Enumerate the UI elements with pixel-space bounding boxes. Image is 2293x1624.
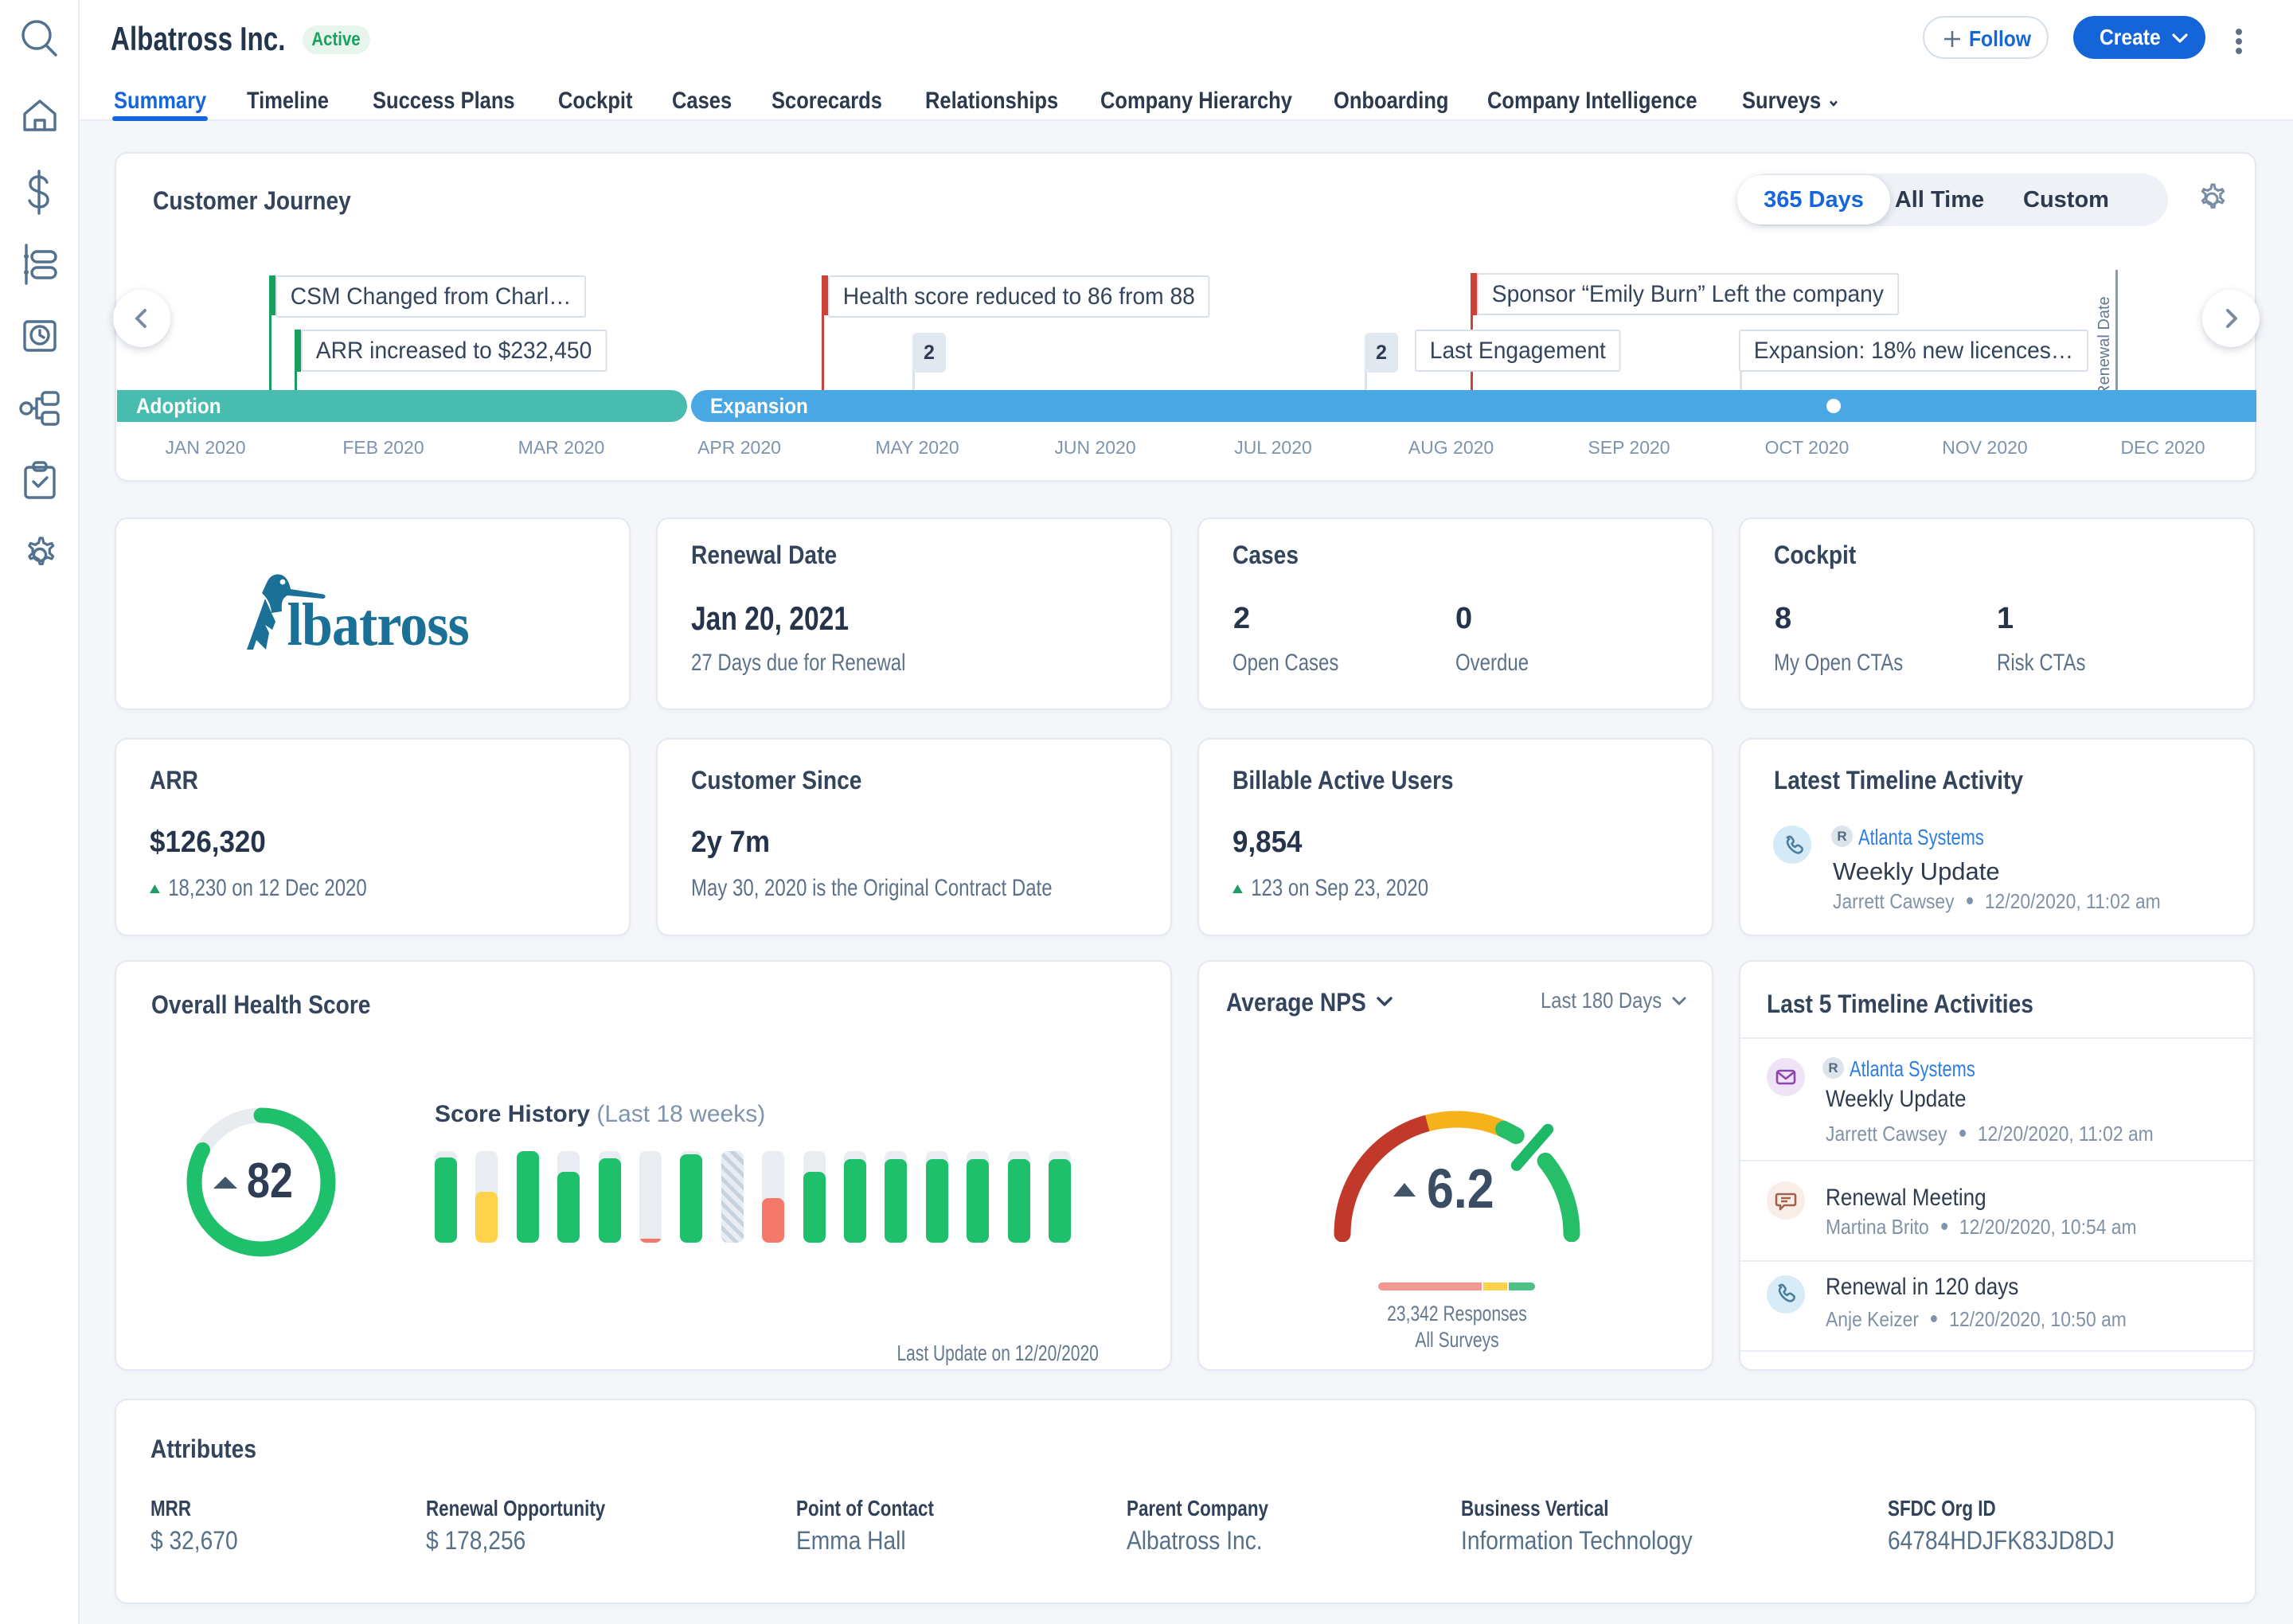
svg-text:lbatross: lbatross [287,591,469,651]
